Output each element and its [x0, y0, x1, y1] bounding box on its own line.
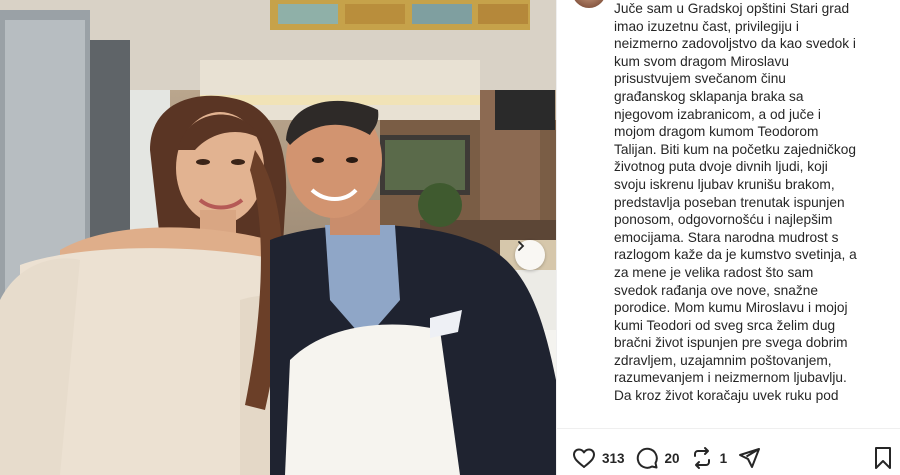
- caption-line: emocijama. Stara narodna mudrost s: [614, 229, 839, 245]
- caption-line: njegovom izabranicom, a od juče i: [614, 106, 821, 122]
- like-count: 313: [602, 450, 625, 466]
- comment-button[interactable]: 20: [635, 446, 680, 470]
- caption-line: bračni život ispunjen pre svega dobrim: [614, 335, 848, 351]
- like-button[interactable]: 313: [572, 447, 625, 469]
- caption-line: mojom dragom kumom Teodorom: [614, 124, 819, 140]
- caption-line: svoju iskrenu ljubav krunišu brakom,: [614, 176, 835, 192]
- caption-line: predstavlja poseban trenutak ispunjen: [614, 194, 845, 210]
- caption-line: neizmerno zadovoljstvo da kao svedok i: [614, 36, 856, 52]
- send-icon: [739, 448, 761, 468]
- repost-button[interactable]: 1: [690, 446, 728, 470]
- caption-line: razlogom kaže da je kumstvo svetinja, a: [614, 247, 857, 263]
- photo-illustration: [0, 0, 556, 475]
- caption-line: kum svom dragom Miroslavu: [614, 53, 789, 69]
- caption-line: Da kroz život koračaju uvek ruku pod: [614, 388, 839, 404]
- save-button[interactable]: [872, 446, 894, 475]
- caption-line: razumevanjem i neizmernom ljubavlju.: [614, 370, 847, 386]
- caption-line: kumi Teodori od sveg srca želim dug: [614, 317, 836, 333]
- caption-line: za mene je velika radost što sam: [614, 264, 814, 280]
- caption-line: porodice. Mom kumu Miroslavu i mojoj: [614, 300, 848, 316]
- comment-count: 20: [664, 450, 680, 466]
- repost-icon: [693, 447, 710, 469]
- caption-line: građanskog sklapanja braka sa: [614, 88, 804, 104]
- carousel-next-button[interactable]: [515, 240, 545, 270]
- caption-line: životnog puta dvoje divnih ljudi, koji: [614, 159, 828, 175]
- heart-icon: [573, 448, 595, 468]
- caption-line: Juče sam u Gradskoj opštini Stari grad: [614, 1, 850, 16]
- divider: [556, 428, 900, 429]
- post-caption: Juče sam u Gradskoj opštini Stari grad i…: [614, 0, 884, 428]
- comment-bubble-icon: [636, 447, 658, 469]
- caption-line: ponosom, odgovornošću i najlepšim: [614, 212, 833, 228]
- caption-line: imao izuzetnu čast, privilegiju i: [614, 18, 799, 34]
- repost-count: 1: [719, 450, 728, 466]
- caption-line: svedok rađanja ove nove, snažne: [614, 282, 818, 298]
- caption-line: prisustvujem svečanom činu: [614, 71, 786, 87]
- caption-line: Talijan. Biti kum na početku zajedničkog: [614, 141, 856, 157]
- bookmark-icon: [875, 447, 891, 469]
- post-actions: 313 20 1: [572, 443, 771, 473]
- post-photo[interactable]: [0, 0, 556, 475]
- chevron-right-icon: [518, 241, 525, 251]
- caption-line: zdravljem, uzajamnim poštovanjem,: [614, 352, 832, 368]
- share-button[interactable]: [737, 446, 761, 470]
